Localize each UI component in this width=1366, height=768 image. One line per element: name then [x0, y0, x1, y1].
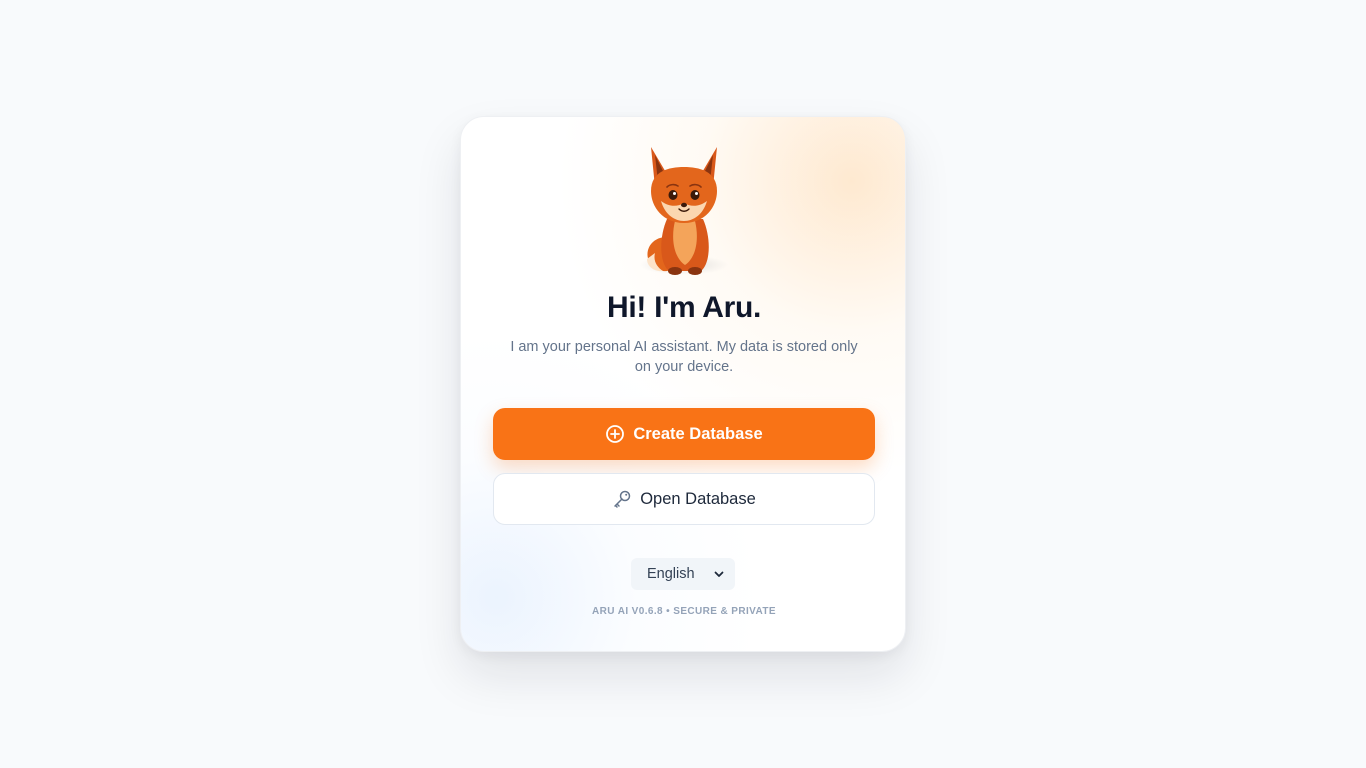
version-footer: ARU AI V0.6.8 • SECURE & PRIVATE: [592, 606, 776, 617]
open-database-button[interactable]: Open Database: [493, 473, 875, 525]
plus-circle-icon: [605, 424, 625, 444]
chevron-down-icon: [713, 568, 725, 580]
create-database-label: Create Database: [633, 424, 763, 443]
language-select[interactable]: English: [631, 558, 735, 590]
page-title: Hi! I'm Aru.: [606, 291, 762, 324]
language-selected-value: English: [647, 566, 695, 582]
welcome-card: Hi! I'm Aru. I am your personal AI assis…: [460, 116, 906, 652]
fox-mascot-icon: [637, 141, 731, 277]
key-icon: [612, 489, 632, 509]
app-window: Hi! I'm Aru. I am your personal AI assis…: [0, 0, 1366, 768]
open-database-label: Open Database: [640, 489, 756, 508]
welcome-subtitle: I am your personal AI assistant. My data…: [510, 339, 858, 375]
create-database-button[interactable]: Create Database: [493, 408, 875, 460]
